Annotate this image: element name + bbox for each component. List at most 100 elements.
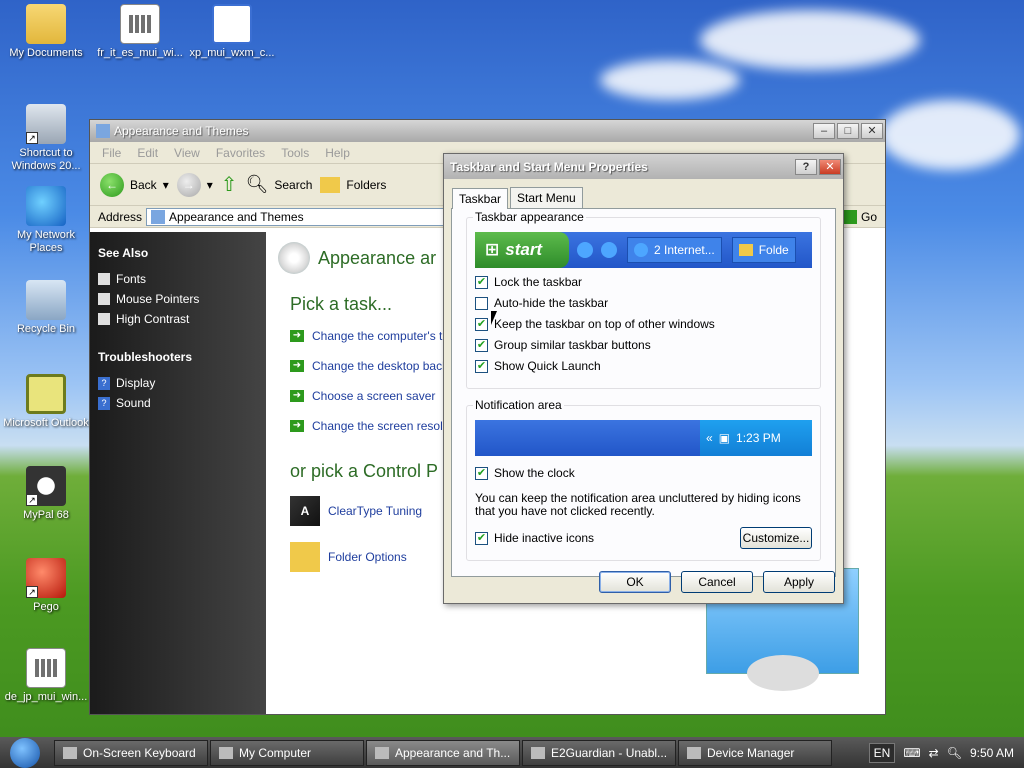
- document-icon: [120, 4, 160, 44]
- lock-taskbar-checkbox[interactable]: ✔ Lock the taskbar: [475, 275, 812, 289]
- sidebar-item-mouse-pointers[interactable]: Mouse Pointers: [98, 292, 258, 306]
- group-legend: Taskbar appearance: [473, 210, 586, 224]
- device-manager-icon: [687, 746, 701, 759]
- shortcut-arrow-icon: ↗: [26, 586, 38, 598]
- minimize-button[interactable]: –: [813, 123, 835, 139]
- cloud: [880, 100, 1020, 170]
- maximize-button[interactable]: □: [837, 123, 859, 139]
- explorer-titlebar[interactable]: Appearance and Themes – □ ✕: [90, 120, 885, 142]
- language-indicator[interactable]: EN: [868, 742, 896, 763]
- mouse-pointer-icon: [98, 293, 110, 305]
- hide-inactive-checkbox[interactable]: ✔ Hide inactive icons: [475, 531, 594, 545]
- taskbar-item-e2guardian[interactable]: E2Guardian - Unabl...: [522, 739, 676, 766]
- sidebar-item-sound[interactable]: ? Sound: [98, 396, 258, 410]
- menu-favorites[interactable]: Favorites: [216, 146, 265, 160]
- ok-button[interactable]: OK: [599, 571, 671, 593]
- sidebar-item-high-contrast[interactable]: High Contrast: [98, 312, 258, 326]
- recycle-bin-icon: [26, 280, 66, 320]
- checkbox-box: [475, 296, 488, 310]
- menu-tools[interactable]: Tools: [281, 146, 309, 160]
- menu-help[interactable]: Help: [325, 146, 350, 160]
- taskbar-properties-dialog[interactable]: Taskbar and Start Menu Properties ? ✕ Ta…: [443, 153, 844, 604]
- chevron-down-icon[interactable]: ▾: [207, 178, 213, 192]
- tab-taskbar[interactable]: Taskbar: [452, 188, 509, 209]
- help-button[interactable]: ?: [795, 158, 817, 175]
- network-status-icon[interactable]: ⇄: [929, 746, 939, 760]
- desktop-icon-xp-mui-wxm[interactable]: xp_mui_wxm_c...: [187, 4, 277, 60]
- internet-explorer-icon: [577, 242, 593, 258]
- desktop-icon-mypal[interactable]: ↗ MyPal 68: [1, 466, 91, 522]
- apply-button[interactable]: Apply: [763, 571, 835, 593]
- back-arrow-icon: ←: [100, 172, 124, 197]
- pego-icon: ↗: [26, 558, 66, 598]
- menu-file[interactable]: File: [102, 146, 121, 160]
- close-button[interactable]: ✕: [861, 123, 883, 139]
- sidebar-item-fonts[interactable]: Fonts: [98, 272, 258, 286]
- keep-on-top-checkbox[interactable]: ✔ Keep the taskbar on top of other window…: [475, 317, 812, 331]
- address-input[interactable]: Appearance and Themes: [146, 207, 487, 226]
- start-orb-button[interactable]: [10, 737, 40, 768]
- up-folder-icon: ⇧: [220, 174, 238, 196]
- desktop-icon-recycle-bin[interactable]: Recycle Bin: [1, 280, 91, 336]
- back-button[interactable]: ← Back ▾: [100, 172, 169, 197]
- taskbar: On-Screen Keyboard My Computer Appearanc…: [0, 737, 1024, 768]
- computer-icon: [219, 746, 233, 759]
- dialog-titlebar[interactable]: Taskbar and Start Menu Properties ? ✕: [444, 154, 843, 179]
- preview-taskbar-item: Folde: [731, 237, 796, 263]
- cloud: [600, 60, 740, 100]
- shortcut-arrow-icon: ↗: [26, 132, 38, 144]
- desktop-icon-my-documents[interactable]: My Documents: [1, 4, 91, 60]
- desktop-icon-shortcut-windows[interactable]: ↗ Shortcut to Windows 20...: [1, 104, 91, 173]
- menu-view[interactable]: View: [174, 146, 200, 160]
- keyboard-layout-icon[interactable]: ⌨: [903, 746, 920, 760]
- folder-options-icon: [290, 542, 320, 572]
- taskbar-appearance-group: Taskbar appearance ⊞ start 2 Internet... …: [466, 210, 821, 389]
- checkbox-box: ✔: [475, 466, 488, 480]
- menu-edit[interactable]: Edit: [137, 146, 158, 160]
- taskbar-item-device-manager[interactable]: Device Manager: [678, 739, 832, 766]
- green-arrow-icon: ➜: [290, 390, 304, 402]
- forward-button[interactable]: → ▾: [176, 172, 213, 197]
- group-buttons-checkbox[interactable]: ✔ Group similar taskbar buttons: [475, 338, 812, 352]
- desktop-icon-microsoft-outlook[interactable]: Microsoft Outlook: [1, 374, 91, 430]
- folders-button[interactable]: Folders: [320, 176, 386, 193]
- taskbar-item-appearance-themes[interactable]: Appearance and Th...: [366, 739, 520, 766]
- checkbox-box: ✔: [475, 338, 488, 352]
- taskbar-item-on-screen-keyboard[interactable]: On-Screen Keyboard: [54, 739, 208, 766]
- desktop-icon-pego[interactable]: ↗ Pego: [1, 558, 91, 614]
- customize-button[interactable]: Customize...: [740, 527, 812, 549]
- system-tray: EN ⌨ ⇄ 🔍︎ 9:50 AM: [868, 742, 1024, 763]
- group-legend: Notification area: [473, 398, 564, 412]
- show-clock-checkbox[interactable]: ✔ Show the clock: [475, 466, 812, 480]
- folder-icon: [738, 244, 753, 256]
- windows-flag-icon: ⊞: [485, 240, 500, 259]
- chevron-down-icon[interactable]: ▾: [163, 178, 169, 192]
- up-button[interactable]: ⇧: [221, 172, 238, 197]
- clock[interactable]: 9:50 AM: [970, 746, 1014, 760]
- task-sidebar: See Also Fonts Mouse Pointers High Contr…: [90, 232, 266, 714]
- search-icon[interactable]: 🔍︎: [947, 746, 962, 760]
- appearance-themes-icon: [151, 209, 166, 224]
- desktop-icon-de-jp-mui[interactable]: de_jp_mui_win...: [1, 648, 91, 704]
- taskbar-item-my-computer[interactable]: My Computer: [210, 739, 364, 766]
- network-icon: ▣: [718, 431, 731, 445]
- high-contrast-icon: [98, 313, 110, 325]
- desktop-icon-fr-it-es-mui[interactable]: fr_it_es_mui_wi...: [95, 4, 185, 60]
- tab-start-menu[interactable]: Start Menu: [510, 187, 583, 208]
- preview-taskbar-item: 2 Internet...: [627, 237, 722, 263]
- desktop-icon-my-network-places[interactable]: My Network Places: [1, 186, 91, 255]
- cancel-button[interactable]: Cancel: [681, 571, 753, 593]
- search-button[interactable]: 🔍︎ Search: [246, 174, 313, 195]
- raccoon-icon: ↗: [26, 466, 66, 506]
- quick-launch-checkbox[interactable]: ✔ Show Quick Launch: [475, 359, 812, 373]
- help-icon: ?: [98, 376, 110, 390]
- sidebar-item-display[interactable]: ? Display: [98, 376, 258, 390]
- auto-hide-checkbox[interactable]: Auto-hide the taskbar: [475, 296, 812, 310]
- folder-icon: [320, 176, 341, 193]
- checkbox-box: ✔: [475, 359, 488, 373]
- keyboard-icon: [63, 746, 77, 759]
- fonts-folder-icon: [98, 273, 110, 285]
- close-button[interactable]: ✕: [819, 158, 841, 175]
- go-button[interactable]: Go: [842, 210, 877, 224]
- internet-explorer-icon: [531, 746, 545, 759]
